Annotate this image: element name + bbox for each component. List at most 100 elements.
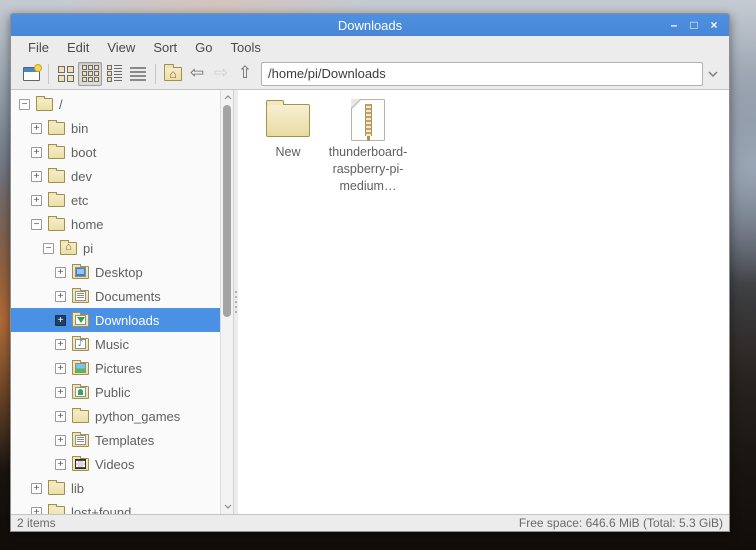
folder-public-icon bbox=[72, 383, 89, 399]
path-dropdown-button[interactable] bbox=[703, 62, 723, 86]
tree-expander-icon[interactable]: + bbox=[55, 386, 66, 398]
icon-view-button[interactable] bbox=[54, 62, 78, 86]
tree-expander-icon[interactable]: + bbox=[55, 410, 66, 422]
tree-row[interactable]: + bin bbox=[11, 116, 233, 140]
tree-row-label: Pictures bbox=[95, 360, 142, 376]
file-label: New bbox=[275, 145, 301, 159]
folder-templates-icon bbox=[72, 431, 89, 447]
tree-expander-icon[interactable]: + bbox=[55, 338, 66, 350]
tree-expander-icon[interactable]: + bbox=[31, 146, 42, 158]
zipper-graphic bbox=[364, 104, 372, 141]
tree-row[interactable]: + Desktop bbox=[11, 260, 233, 284]
folder-music-icon: ♪ bbox=[72, 335, 89, 351]
new-window-button[interactable] bbox=[19, 62, 43, 86]
forward-icon: ⇨ bbox=[213, 63, 229, 83]
content-area: − / + bin + boot + dev + etc − home − ⌂ … bbox=[11, 89, 729, 514]
scroll-up-icon[interactable] bbox=[221, 91, 233, 104]
tree-row[interactable]: + ♪ Music bbox=[11, 332, 233, 356]
tree-row[interactable]: + Templates bbox=[11, 428, 233, 452]
folder-pictures-icon bbox=[72, 359, 89, 375]
tree-expander-icon[interactable]: − bbox=[19, 98, 30, 110]
tree-expander-icon[interactable]: + bbox=[55, 290, 66, 302]
folder-videos-icon bbox=[72, 455, 89, 471]
tree-row[interactable]: + Downloads bbox=[11, 308, 233, 332]
tree-expander-icon[interactable]: + bbox=[31, 506, 42, 514]
close-icon[interactable]: × bbox=[707, 15, 721, 35]
statusbar: 2 items Free space: 646.6 MiB (Total: 5.… bbox=[11, 514, 729, 531]
folder-icon bbox=[48, 215, 65, 231]
menubar: File Edit View Sort Go Tools bbox=[11, 36, 729, 58]
menu-file[interactable]: File bbox=[19, 38, 58, 57]
tree-expander-icon[interactable]: + bbox=[55, 434, 66, 446]
folder-icon bbox=[72, 407, 89, 423]
tree-row-label: dev bbox=[71, 168, 92, 184]
tree-row[interactable]: + python_games bbox=[11, 404, 233, 428]
toolbar: ⌂ ⇦ ⇨ ⇧ bbox=[11, 58, 729, 89]
window-controls: – □ × bbox=[667, 14, 721, 36]
tree-row[interactable]: + Videos bbox=[11, 452, 233, 476]
tree-expander-icon[interactable]: + bbox=[55, 458, 66, 470]
tree-expander-icon[interactable]: + bbox=[31, 170, 42, 182]
tree-row[interactable]: − home bbox=[11, 212, 233, 236]
up-icon: ⇧ bbox=[237, 63, 253, 83]
menu-go[interactable]: Go bbox=[186, 38, 221, 57]
minimize-icon[interactable]: – bbox=[667, 15, 681, 35]
tree-row-label: pi bbox=[83, 240, 94, 256]
tree-expander-icon[interactable]: − bbox=[31, 218, 42, 230]
menu-edit[interactable]: Edit bbox=[58, 38, 98, 57]
tree-expander-icon[interactable]: + bbox=[31, 194, 42, 206]
folder-icon bbox=[36, 95, 53, 111]
tree-row[interactable]: + lost+found bbox=[11, 500, 233, 514]
tree-expander-icon[interactable]: + bbox=[55, 314, 66, 326]
titlebar[interactable]: Downloads – □ × bbox=[11, 14, 729, 36]
back-button[interactable]: ⇦ bbox=[185, 62, 209, 86]
tree-row[interactable]: − / bbox=[11, 92, 233, 116]
tree-row-label: / bbox=[59, 96, 63, 112]
tree-row[interactable]: − ⌂ pi bbox=[11, 236, 233, 260]
templates-emblem-icon bbox=[75, 434, 86, 445]
folder-icon bbox=[48, 503, 65, 514]
videos-emblem-icon bbox=[75, 458, 86, 469]
tree-row[interactable]: + lib bbox=[11, 476, 233, 500]
tree-expander-icon[interactable]: + bbox=[55, 362, 66, 374]
tree-expander-icon[interactable]: + bbox=[55, 266, 66, 278]
compact-view-icon bbox=[106, 65, 122, 82]
maximize-icon[interactable]: □ bbox=[687, 15, 701, 35]
file-item[interactable]: New bbox=[248, 96, 328, 161]
pane-splitter[interactable] bbox=[233, 90, 238, 514]
tree-row[interactable]: + Documents bbox=[11, 284, 233, 308]
tree-row[interactable]: + dev bbox=[11, 164, 233, 188]
home-button[interactable]: ⌂ bbox=[161, 62, 185, 86]
scroll-down-icon[interactable] bbox=[221, 500, 233, 513]
item-count: 2 items bbox=[17, 516, 56, 530]
tree-row[interactable]: + Public bbox=[11, 380, 233, 404]
menu-tools[interactable]: Tools bbox=[222, 38, 270, 57]
detailed-list-view-button[interactable] bbox=[126, 62, 150, 86]
folder-home-icon: ⌂ bbox=[60, 239, 77, 255]
tree-expander-icon[interactable]: + bbox=[31, 482, 42, 494]
tree-expander-icon[interactable]: − bbox=[43, 242, 54, 254]
thumbnail-view-icon bbox=[81, 65, 99, 82]
file-list-panel[interactable]: New thunderboard-raspberry-pi-medium… bbox=[238, 90, 729, 514]
tree-row[interactable]: + Pictures bbox=[11, 356, 233, 380]
tree-row[interactable]: + etc bbox=[11, 188, 233, 212]
tree-row-label: etc bbox=[71, 192, 89, 208]
menu-view[interactable]: View bbox=[98, 38, 144, 57]
sidebar-scrollbar[interactable] bbox=[220, 90, 233, 514]
tree-row[interactable]: + boot bbox=[11, 140, 233, 164]
folder-icon bbox=[48, 191, 65, 207]
folder-downloads-icon bbox=[72, 311, 89, 327]
tree-row-label: Videos bbox=[95, 456, 135, 472]
file-item[interactable]: thunderboard-raspberry-pi-medium… bbox=[328, 96, 408, 195]
house-icon: ⌂ bbox=[169, 66, 177, 81]
path-input[interactable] bbox=[261, 61, 703, 86]
compact-view-button[interactable] bbox=[102, 62, 126, 86]
scrollbar-thumb[interactable] bbox=[223, 105, 231, 317]
tree-row-label: lib bbox=[71, 480, 85, 496]
menu-sort[interactable]: Sort bbox=[144, 38, 186, 57]
tree-row-label: Documents bbox=[95, 288, 161, 304]
up-button[interactable]: ⇧ bbox=[233, 62, 257, 86]
tree-expander-icon[interactable]: + bbox=[31, 122, 42, 134]
thumbnail-view-button[interactable] bbox=[78, 61, 102, 86]
documents-emblem-icon bbox=[75, 290, 86, 301]
